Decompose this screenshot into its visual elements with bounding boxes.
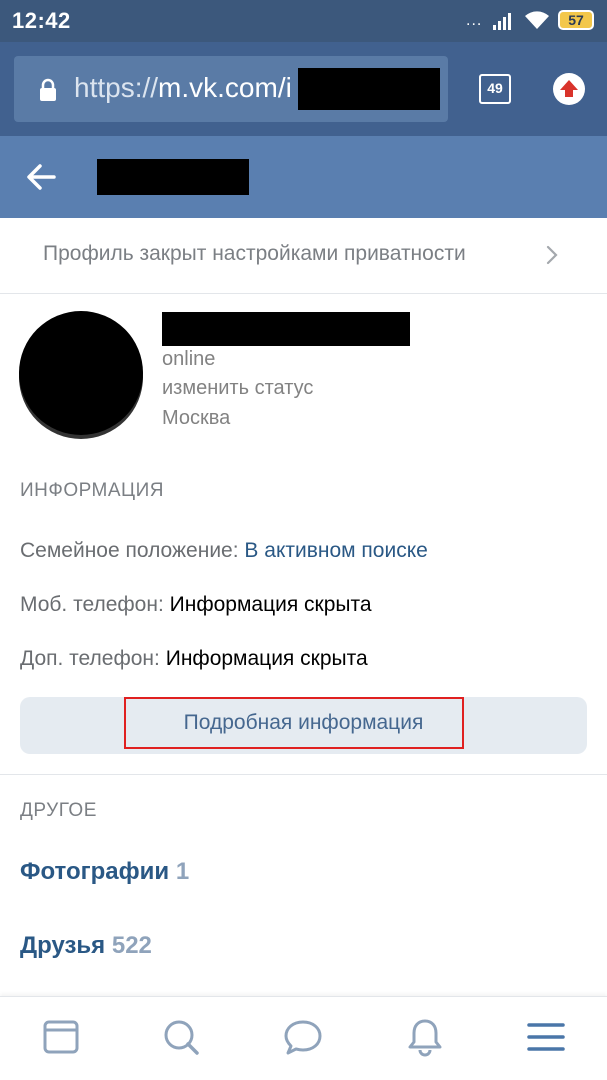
browser-toolbar: https://m.vk.com/i 49	[0, 42, 607, 136]
detailed-info-label: Подробная информация	[183, 711, 424, 734]
wifi-icon	[525, 11, 549, 29]
chevron-right-icon	[546, 245, 558, 265]
friends-count: 522	[111, 932, 152, 959]
back-arrow-icon[interactable]	[24, 160, 58, 194]
info-value: Информация скрыта	[165, 647, 368, 670]
redaction-block	[162, 312, 410, 346]
relationship-row: Семейное положение: В активном поиске	[20, 539, 428, 563]
redaction-block	[97, 159, 249, 195]
bottom-navigation	[0, 996, 607, 1080]
status-bar: 12:42 ... 57	[0, 0, 607, 42]
info-label: Семейное положение:	[20, 539, 239, 562]
city-text: Москва	[162, 407, 231, 429]
online-status: online	[162, 348, 216, 370]
battery-icon: 57	[558, 10, 594, 30]
search-icon[interactable]	[161, 1017, 201, 1057]
url-path: /i	[277, 72, 292, 103]
app-header	[0, 136, 607, 218]
avatar[interactable]	[19, 311, 143, 435]
info-value: Информация скрыта	[169, 593, 372, 616]
photos-label: Фотографии	[20, 858, 170, 885]
menu-icon[interactable]	[526, 1017, 566, 1057]
info-label: Доп. телефон:	[20, 647, 160, 670]
tabs-button[interactable]: 49	[479, 74, 511, 104]
privacy-notice[interactable]: Профиль закрыт настройками приватности	[0, 218, 607, 294]
signal-icon	[493, 13, 511, 30]
detailed-info-button[interactable]: Подробная информация	[20, 697, 587, 754]
url-text: https://m.vk.com/i	[74, 72, 292, 104]
privacy-notice-text: Профиль закрыт настройками приватности	[43, 242, 466, 265]
upload-arrow-icon	[560, 80, 578, 97]
info-section-title: ИНФОРМАЦИЯ	[20, 480, 164, 501]
update-button[interactable]	[553, 73, 585, 105]
notifications-icon[interactable]	[405, 1017, 445, 1057]
clock: 12:42	[12, 8, 71, 33]
photos-link[interactable]: Фотографии 1	[20, 858, 189, 886]
photos-count: 1	[175, 858, 190, 885]
messages-icon[interactable]	[283, 1017, 323, 1057]
url-host: m.vk.com	[158, 72, 278, 103]
info-label: Моб. телефон:	[20, 593, 164, 616]
redaction-block	[298, 68, 440, 110]
friends-label: Друзья	[20, 932, 106, 959]
friends-link[interactable]: Друзья 522	[20, 932, 152, 960]
news-icon[interactable]	[41, 1017, 81, 1057]
url-scheme: https://	[74, 72, 159, 103]
change-status-link[interactable]: изменить статус	[162, 377, 313, 400]
section-divider	[0, 774, 607, 775]
mobile-phone-row: Моб. телефон: Информация скрыта	[20, 593, 372, 617]
more-notifications-icon: ...	[466, 12, 483, 29]
lock-icon	[40, 78, 56, 101]
other-section-title: ДРУГОЕ	[20, 800, 97, 821]
relationship-value-link[interactable]: В активном поиске	[244, 539, 427, 562]
additional-phone-row: Доп. телефон: Информация скрыта	[20, 647, 368, 671]
